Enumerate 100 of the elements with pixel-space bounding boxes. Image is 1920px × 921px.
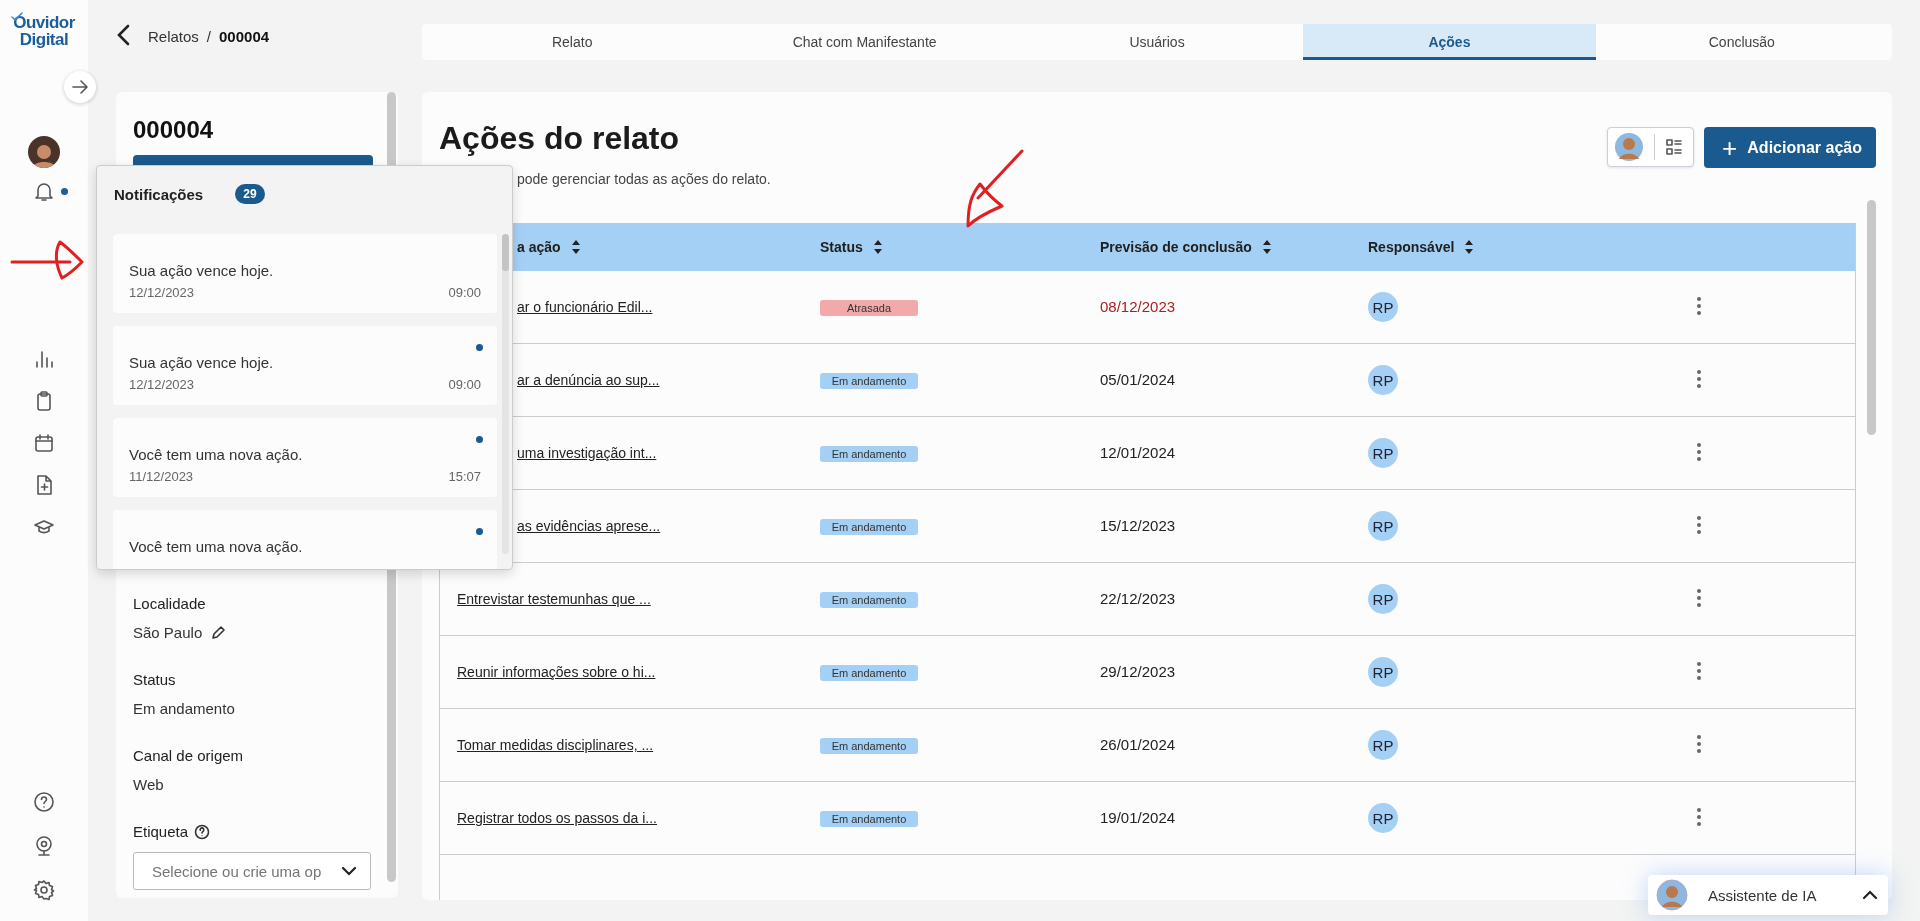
tab[interactable]: Chat com Manifestante xyxy=(718,24,1011,60)
status-badge: Em andamento xyxy=(820,446,918,462)
assignee-avatar: RP xyxy=(1368,730,1398,760)
action-link[interactable]: Entrevistar testemunhas que ... xyxy=(457,591,651,607)
chart-icon[interactable] xyxy=(33,348,55,370)
action-link[interactable]: ar o funcionário Edil... xyxy=(517,299,653,315)
tab[interactable]: Ações xyxy=(1303,24,1596,60)
sort-icon[interactable] xyxy=(1261,239,1272,255)
action-link[interactable]: Tomar medidas disciplinares, ... xyxy=(457,737,654,753)
tab[interactable]: Relato xyxy=(426,24,719,60)
more-vertical-icon xyxy=(1696,441,1702,462)
expand-button[interactable] xyxy=(64,71,96,103)
action-link[interactable]: Registrar todos os passos da i... xyxy=(457,810,657,826)
breadcrumb-separator: / xyxy=(206,27,212,45)
case-number: 000004 xyxy=(133,116,215,144)
action-link[interactable]: Reunir informações sobre o hi... xyxy=(457,664,656,680)
help-icon[interactable] xyxy=(33,791,55,813)
notification-time: 09:00 xyxy=(448,377,481,392)
notification-date: 12/12/2023 xyxy=(129,377,195,392)
arrow-right-icon xyxy=(71,79,89,95)
scrollbar-thumb[interactable] xyxy=(502,234,509,271)
notification-item[interactable]: Sua ação vence hoje. 12/12/2023 09:00 xyxy=(113,234,497,313)
status-badge: Em andamento xyxy=(820,738,918,754)
assignee-avatar: RP xyxy=(1368,511,1398,541)
breadcrumb-current: 000004 xyxy=(219,27,270,45)
more-vertical-icon xyxy=(1696,806,1702,827)
more-vertical-icon xyxy=(1696,295,1702,316)
logo[interactable]: Ouvidor Digital xyxy=(4,14,84,48)
breadcrumb-link[interactable]: Relatos xyxy=(148,27,199,45)
webcam-icon[interactable] xyxy=(33,835,55,857)
assignee-avatar: RP xyxy=(1368,584,1398,614)
field-label: Status xyxy=(133,671,176,688)
field-label: Localidade xyxy=(133,595,206,612)
avatar-icon xyxy=(1656,879,1688,911)
more-vertical-icon xyxy=(1696,368,1702,389)
scrollbar-thumb[interactable] xyxy=(1867,200,1876,435)
field-label: Etiqueta xyxy=(133,823,189,840)
panel-title: Ações do relato xyxy=(439,120,681,157)
avatar[interactable] xyxy=(28,136,60,168)
column-header[interactable]: Previsão de conclusão xyxy=(1100,239,1272,255)
notification-date: 11/12/2023 xyxy=(129,469,194,484)
notification-item[interactable]: Você tem uma nova ação. 11/12/2023 15:07 xyxy=(113,418,497,497)
more-vertical-icon xyxy=(1696,660,1702,681)
due-date: 22/12/2023 xyxy=(1100,590,1176,607)
list-icon[interactable] xyxy=(1665,138,1684,156)
assignee-avatar: RP xyxy=(1368,365,1398,395)
status-badge: Em andamento xyxy=(820,665,918,681)
due-date: 15/12/2023 xyxy=(1100,517,1176,534)
notification-text: Você tem uma nova ação. xyxy=(129,446,304,463)
action-link[interactable]: uma investigação int... xyxy=(517,445,657,461)
column-header[interactable]: Status xyxy=(820,239,883,255)
due-date: 26/01/2024 xyxy=(1100,736,1176,753)
status-badge: Atrasada xyxy=(820,300,918,316)
notification-time: 15:07 xyxy=(448,469,481,484)
more-vertical-icon xyxy=(1696,733,1702,754)
due-date: 19/01/2024 xyxy=(1100,809,1176,826)
assignee-avatar: RP xyxy=(1368,803,1398,833)
notification-date: 12/12/2023 xyxy=(129,285,195,300)
due-date: 29/12/2023 xyxy=(1100,663,1176,680)
sort-icon[interactable] xyxy=(1464,239,1475,255)
assignee-avatar: RP xyxy=(1368,657,1398,687)
action-link[interactable]: as evidências aprese... xyxy=(517,518,661,534)
add-action-button[interactable]: + Adicionar ação xyxy=(1704,127,1876,168)
pencil-icon[interactable] xyxy=(210,624,227,641)
column-header[interactable]: a ação xyxy=(517,239,581,255)
notification-item[interactable]: Você tem uma nova ação. xyxy=(113,510,497,569)
status-badge: Em andamento xyxy=(820,373,918,389)
status-badge: Em andamento xyxy=(820,519,918,535)
field-label: Canal de origem xyxy=(133,747,244,764)
chevron-left-icon xyxy=(116,23,130,46)
panel-subtitle: pode gerenciar todas as ações do relato. xyxy=(517,171,771,187)
tab[interactable]: Conclusão xyxy=(1595,24,1889,60)
sort-icon[interactable] xyxy=(570,239,581,255)
assistant-button[interactable]: Assistente de IA xyxy=(1648,875,1888,915)
status-badge: Em andamento xyxy=(820,811,918,827)
notification-item[interactable]: Sua ação vence hoje. 12/12/2023 09:00 xyxy=(113,326,497,405)
notification-text: Você tem uma nova ação. xyxy=(129,538,304,555)
chevron-down-icon[interactable] xyxy=(341,866,357,876)
notification-time: 09:00 xyxy=(448,285,481,300)
field-value: Em andamento xyxy=(133,700,235,717)
action-link[interactable]: ar a denúncia ao sup... xyxy=(517,372,660,388)
calendar-icon[interactable] xyxy=(33,432,55,454)
count-badge: 29 xyxy=(235,184,265,204)
more-vertical-icon xyxy=(1696,514,1702,535)
help-icon[interactable] xyxy=(194,823,211,840)
notification-text: Sua ação vence hoje. xyxy=(129,354,275,371)
column-header[interactable]: Responsável xyxy=(1368,239,1475,255)
bell-icon[interactable] xyxy=(33,180,55,202)
due-date: 08/12/2023 xyxy=(1100,298,1176,315)
sort-icon[interactable] xyxy=(872,239,883,255)
panel-title: Notificações xyxy=(114,185,204,203)
notification-text: Sua ação vence hoje. xyxy=(129,262,275,279)
field-value: Web xyxy=(133,776,164,793)
settings-icon[interactable] xyxy=(33,879,55,901)
select-field[interactable]: Selecione ou crie uma op xyxy=(133,852,371,890)
more-vertical-icon xyxy=(1696,587,1702,608)
assignee-avatar: RP xyxy=(1368,292,1398,322)
due-date: 05/01/2024 xyxy=(1100,371,1176,388)
tab[interactable]: Usuários xyxy=(1010,24,1304,60)
avatar-icon[interactable] xyxy=(1614,132,1645,162)
